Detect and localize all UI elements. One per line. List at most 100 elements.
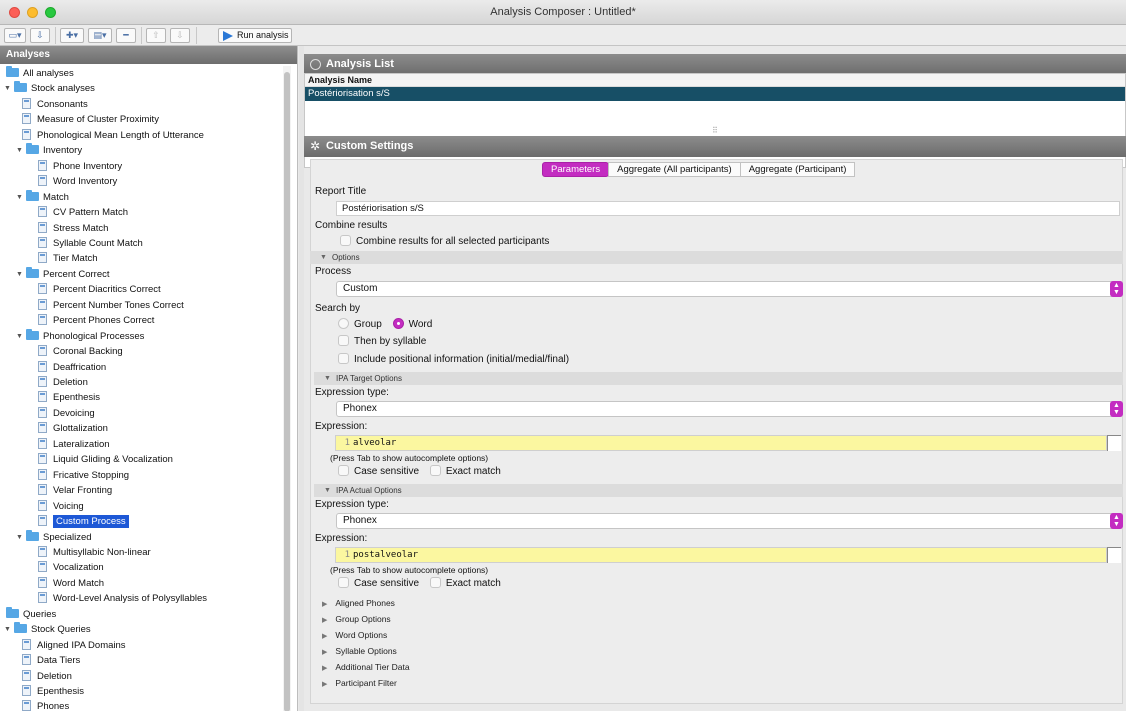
tree-analysis-item[interactable]: Epenthesis [22, 684, 84, 700]
chevron-down-icon[interactable]: ▼ [16, 530, 26, 545]
tree-item-label: Consonants [37, 98, 88, 110]
tree-analysis-item[interactable]: Phonological Mean Length of Utterance [22, 128, 204, 144]
participant-filter-section[interactable]: ▶ Participant Filter [322, 676, 397, 692]
tree-analysis-item[interactable]: Word Match [38, 576, 104, 592]
word-options-section[interactable]: ▶ Word Options [322, 628, 387, 644]
tree-analysis-item[interactable]: Stress Match [38, 221, 108, 237]
tree-folder-item[interactable]: ▼ Stock analyses [4, 81, 95, 97]
tree-analysis-item[interactable]: Vocalization [38, 560, 104, 576]
tree-analysis-item[interactable]: Multisyllabic Non-linear [38, 545, 151, 561]
tree-analysis-item[interactable]: Phone Inventory [38, 159, 122, 175]
actual-case-sensitive-checkbox[interactable] [338, 577, 349, 588]
chevron-down-icon: ▼ [320, 254, 327, 261]
chevron-down-icon[interactable]: ▼ [16, 329, 26, 344]
analysis-name-column-header[interactable]: Analysis Name [305, 74, 1125, 87]
tree-analysis-item[interactable]: Epenthesis [38, 390, 100, 406]
tree-analysis-item[interactable]: Measure of Cluster Proximity [22, 112, 159, 128]
options-section[interactable]: ▼ Options [310, 251, 1123, 264]
combine-results-checkbox[interactable] [340, 235, 351, 246]
document-icon [38, 499, 47, 511]
target-case-sensitive-checkbox[interactable] [338, 465, 349, 476]
actual-exact-match-checkbox[interactable] [429, 577, 441, 588]
analysis-list-row[interactable]: Postériorisation s/S [305, 87, 1125, 101]
tree-analysis-item[interactable]: CV Pattern Match [38, 205, 128, 221]
tree-item-label: Specialized [43, 531, 92, 543]
search-group-radio[interactable] [338, 318, 349, 329]
tree-scrollbar-thumb[interactable] [284, 72, 290, 711]
tree-analysis-item[interactable]: Deletion [22, 669, 72, 685]
tree-analysis-item[interactable]: Consonants [22, 97, 88, 113]
aligned-phones-section[interactable]: ▶ Aligned Phones [322, 596, 395, 612]
actual-expression-editor[interactable]: 1 postalveolar [335, 547, 1107, 563]
include-positional-checkbox[interactable] [338, 353, 349, 364]
tree-folder-item[interactable]: All analyses [6, 66, 74, 82]
tree-folder-item[interactable]: ▼ Inventory [16, 143, 82, 159]
tree-analysis-item[interactable]: Data Tiers [22, 653, 80, 669]
tree-analysis-item[interactable]: Glottalization [38, 421, 108, 437]
document-icon [22, 654, 31, 666]
chevron-down-icon[interactable]: ▼ [16, 190, 26, 205]
search-word-radio[interactable] [392, 318, 404, 329]
tree-analysis-item[interactable]: Coronal Backing [38, 344, 123, 360]
tree-analysis-item[interactable]: Word Inventory [38, 174, 117, 190]
tree-analysis-item[interactable]: Aligned IPA Domains [22, 638, 126, 654]
chevron-down-icon[interactable]: ▼ [4, 81, 14, 96]
group-options-section[interactable]: ▶ Group Options [322, 612, 391, 628]
tab-aggregate-all[interactable]: Aggregate (All participants) [608, 162, 741, 177]
tree-analysis-item[interactable]: Liquid Gliding & Vocalization [38, 452, 173, 468]
tree-folder-item[interactable]: ▼ Percent Correct [16, 266, 110, 283]
tree-analysis-item[interactable]: Syllable Count Match [38, 236, 143, 252]
tree-item-label: Fricative Stopping [53, 469, 130, 481]
tree-folder-item[interactable]: ▼ Stock Queries [4, 622, 91, 638]
folder-icon [14, 81, 27, 93]
target-expression-editor[interactable]: 1 alveolar [335, 435, 1107, 451]
move-down-button[interactable]: ⇩ [170, 28, 190, 43]
include-positional-option[interactable]: Include positional information (initial/… [338, 353, 569, 367]
target-expression-type-select[interactable]: Phonex ▲ ▼ [336, 401, 1123, 417]
tree-analysis-item[interactable]: Voicing [38, 499, 84, 515]
combine-results-option[interactable]: Combine results for all selected partici… [340, 235, 549, 249]
tree-item-label: Phonological Mean Length of Utterance [37, 129, 204, 141]
then-by-syllable-checkbox[interactable] [338, 335, 349, 346]
tree-analysis-item[interactable]: Percent Number Tones Correct [38, 298, 184, 314]
tree-folder-item[interactable]: ▼ Phonological Processes [16, 328, 144, 345]
ipa-actual-section[interactable]: ▼ IPA Actual Options [314, 484, 1123, 497]
tree-analysis-item[interactable]: Word-Level Analysis of Polysyllables [38, 591, 207, 607]
move-up-button[interactable]: ⇧ [146, 28, 166, 43]
additional-tier-data-section[interactable]: ▶ Additional Tier Data [322, 660, 410, 676]
tree-analysis-item[interactable]: Tier Match [38, 251, 98, 267]
tree-analysis-item[interactable]: Custom Process [38, 514, 129, 530]
tree-analysis-item[interactable]: Devoicing [38, 406, 95, 422]
tree-analysis-item[interactable]: Percent Phones Correct [38, 313, 154, 329]
ipa-target-section[interactable]: ▼ IPA Target Options [314, 372, 1123, 385]
add-analysis-menu-button[interactable]: ▤▾ [88, 28, 112, 43]
run-analysis-button[interactable]: Run analysis [218, 28, 292, 43]
syllable-options-section[interactable]: ▶ Syllable Options [322, 644, 397, 660]
save-menu-button[interactable]: ▭▾ [4, 28, 26, 43]
resize-grip-icon[interactable]: ⠿ [712, 126, 718, 135]
chevron-down-icon[interactable]: ▼ [4, 622, 14, 637]
add-menu-button[interactable]: ✚▾ [60, 28, 84, 43]
report-title-input[interactable]: Postériorisation s/S [336, 201, 1120, 216]
tree-folder-item[interactable]: ▼ Match [16, 189, 69, 206]
tab-aggregate-participant[interactable]: Aggregate (Participant) [739, 162, 856, 177]
remove-button[interactable]: ━ [116, 28, 136, 43]
target-exact-match-checkbox[interactable] [429, 465, 441, 476]
tab-parameters[interactable]: Parameters [542, 162, 610, 177]
chevron-down-icon[interactable]: ▼ [16, 267, 26, 282]
chevron-right-icon: ▶ [322, 617, 328, 624]
chevron-down-icon[interactable]: ▼ [16, 143, 26, 158]
tree-folder-item[interactable]: ▼ Specialized [16, 529, 92, 546]
then-by-syllable-option[interactable]: Then by syllable [338, 335, 426, 349]
tree-analysis-item[interactable]: Phones [22, 699, 69, 711]
tree-analysis-item[interactable]: Fricative Stopping [38, 468, 129, 484]
tree-analysis-item[interactable]: Deaffrication [38, 360, 106, 376]
tree-analysis-item[interactable]: Velar Fronting [38, 483, 112, 499]
import-button[interactable]: ⇩ [30, 28, 50, 43]
process-select[interactable]: Custom ▲ ▼ [336, 281, 1123, 297]
tree-analysis-item[interactable]: Deletion [38, 375, 88, 391]
actual-expression-type-select[interactable]: Phonex ▲ ▼ [336, 513, 1123, 529]
tree-folder-item[interactable]: Queries [6, 606, 56, 623]
tree-analysis-item[interactable]: Percent Diacritics Correct [38, 282, 161, 298]
tree-analysis-item[interactable]: Lateralization [38, 437, 110, 453]
